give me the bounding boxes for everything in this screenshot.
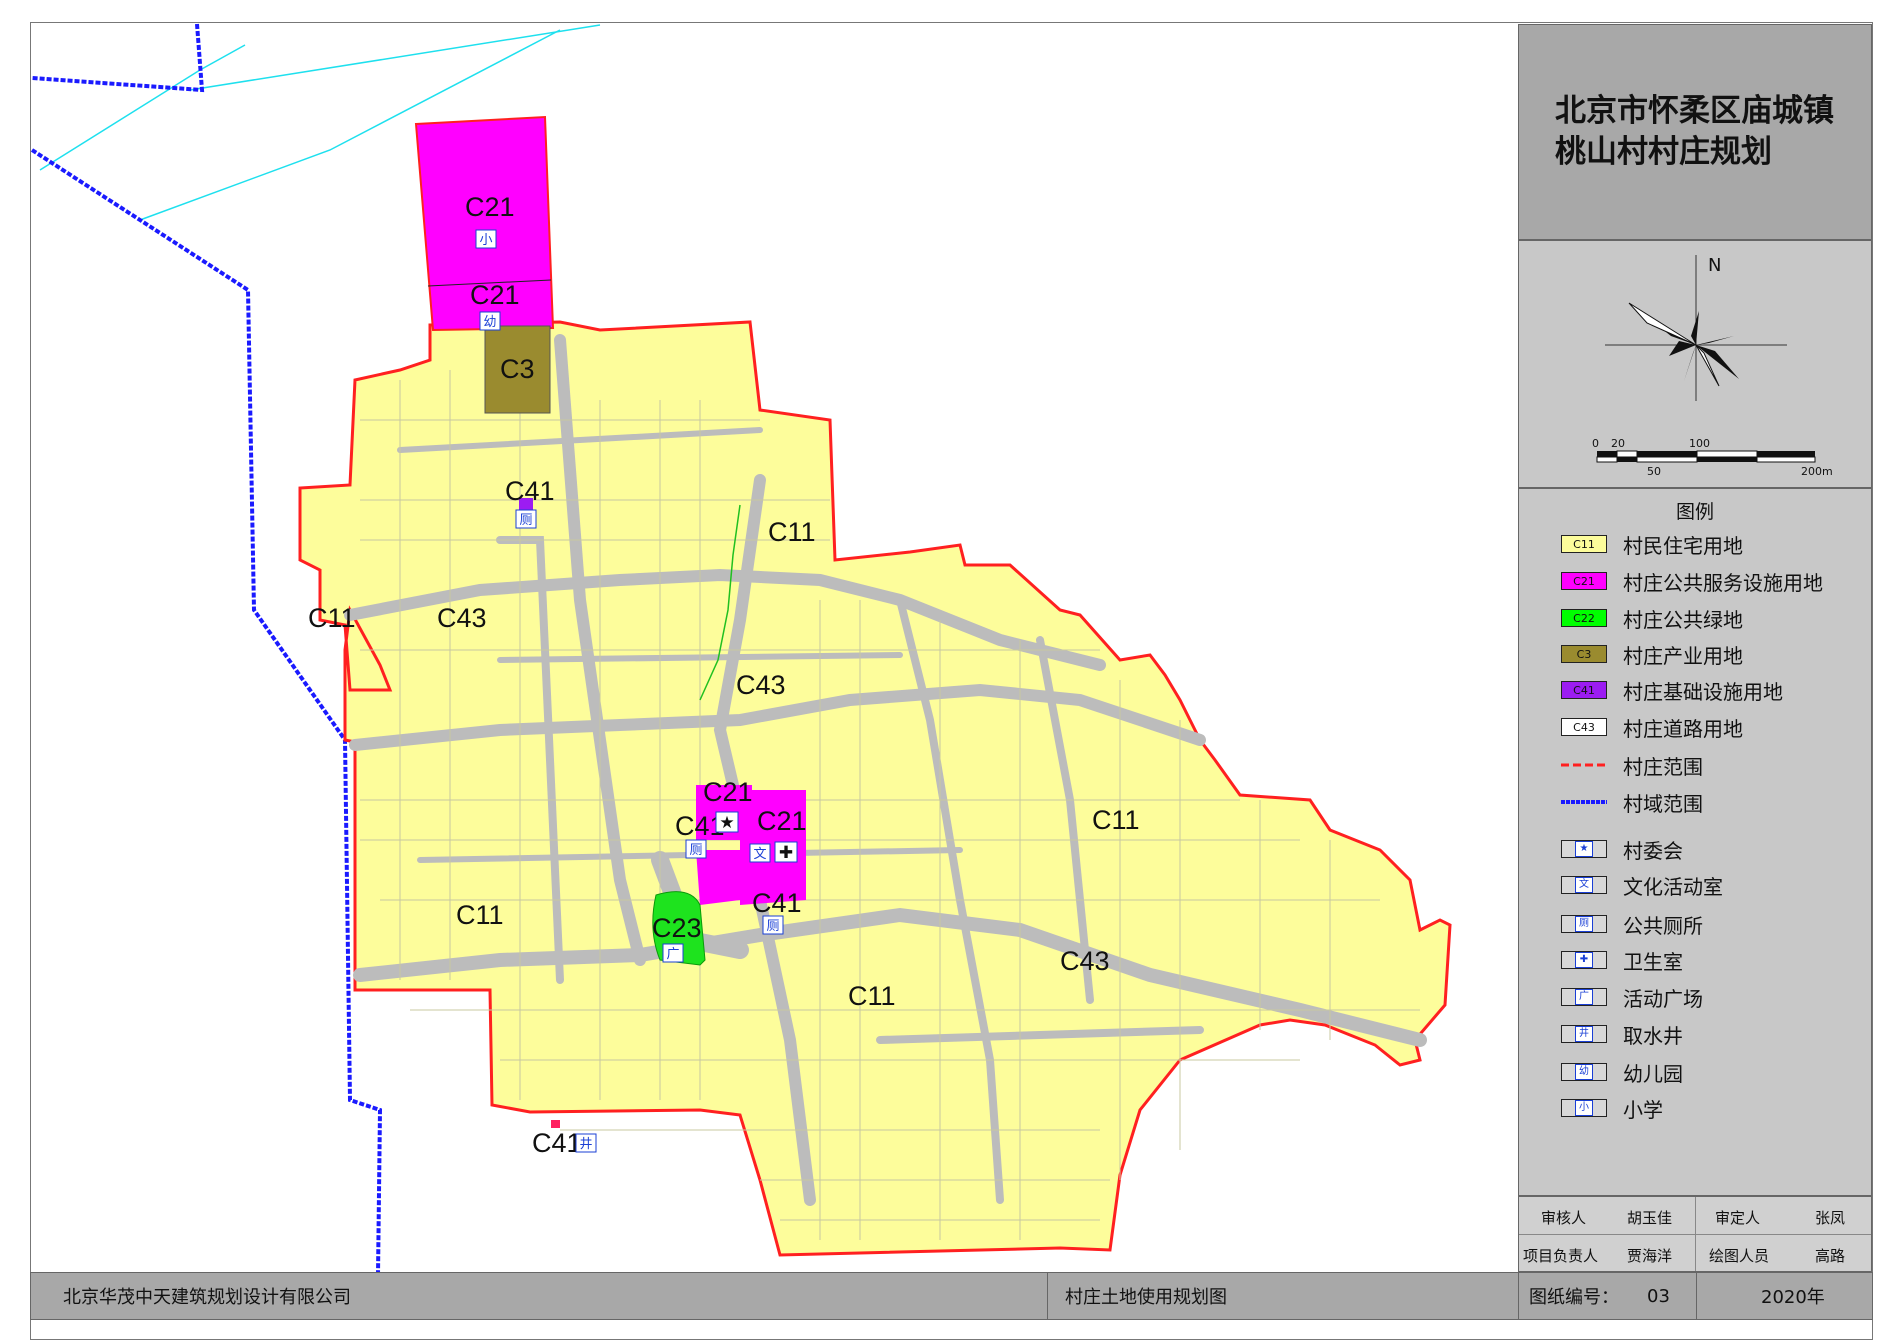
legend-item-c41: C41 村庄基础设施用地 — [1561, 677, 1783, 704]
map-title-line1: 北京市怀柔区庙城镇 — [1555, 93, 1834, 129]
svg-text:20: 20 — [1611, 437, 1625, 450]
label-c43-e: C43 — [1060, 946, 1110, 976]
legend-item-plaza: 广 活动广场 — [1561, 984, 1703, 1011]
scale-bar: 0 20 100 50 200m — [1592, 437, 1833, 478]
legend-item-school: 小 小学 — [1561, 1095, 1663, 1122]
reviewer-name: 胡玉佳 — [1627, 1209, 1673, 1227]
domain-boundary-line-icon — [1561, 800, 1607, 804]
label-c21-kinder: C21 — [470, 280, 520, 310]
drawing-number-label: 图纸编号： — [1529, 1287, 1619, 1308]
drafter-label: 绘图人员 — [1709, 1247, 1770, 1265]
label-c11-e: C11 — [1092, 805, 1140, 835]
clinic-icon: ✚ — [774, 841, 798, 863]
village-residential-area — [298, 320, 1452, 1257]
drawing-name: 村庄土地使用规划图 — [1065, 1287, 1227, 1308]
label-c23: C23 — [652, 913, 702, 943]
title-panel: 北京市怀柔区庙城镇 桃山村村庄规划 — [1518, 24, 1872, 240]
toilet-icon: 厕 — [762, 915, 784, 935]
north-arrow-panel: N 0 20 100 50 200m — [1518, 240, 1872, 488]
legend-panel: 图例 C11 村民住宅用地 C21 村庄公共服务设施用地 C22 村庄公共绿地 … — [1518, 488, 1872, 1196]
compass-rose: N 0 20 100 50 200m — [1592, 255, 1833, 478]
map-title-line2: 桃山村村庄规划 — [1555, 134, 1772, 170]
lead-name: 贾海洋 — [1627, 1247, 1673, 1265]
toilet-icon: 厕 — [685, 839, 707, 859]
legend-item-c3: C3 村庄产业用地 — [1561, 641, 1743, 668]
star-icon: ★ — [715, 811, 739, 833]
legend-item-well: 井 取水井 — [1561, 1021, 1683, 1048]
label-c41-well: C41 — [532, 1128, 582, 1158]
svg-text:小: 小 — [479, 233, 492, 248]
school-icon: 小 — [1561, 1099, 1607, 1117]
label-c3: C3 — [500, 354, 535, 384]
legend-item-public-toilet: 厕 公共厕所 — [1561, 911, 1703, 938]
label-c21-cw: C21 — [703, 777, 753, 807]
kindergarten-icon: 幼 — [1561, 1063, 1607, 1081]
svg-text:200m: 200m — [1801, 465, 1833, 478]
company-name: 北京华茂中天建筑规划设计有限公司 — [63, 1287, 351, 1308]
svg-text:✚: ✚ — [779, 843, 793, 863]
lead-label: 项目负责人 — [1523, 1247, 1599, 1265]
svg-text:井: 井 — [579, 1137, 592, 1152]
svg-text:厕: 厕 — [766, 919, 779, 934]
plaza-icon: 广 — [1561, 988, 1607, 1006]
plaza-icon: 广 — [662, 943, 684, 963]
reviewer-label: 审核人 — [1541, 1209, 1587, 1227]
label-c11-s: C11 — [848, 981, 896, 1011]
school-icon: 小 — [475, 229, 497, 249]
legend-item-clinic: ✚ 卫生室 — [1561, 947, 1683, 974]
legend-item-c43: C43 村庄道路用地 — [1561, 714, 1743, 741]
village-boundary-line-icon — [1561, 763, 1607, 767]
map-title: 北京市怀柔区庙城镇 桃山村村庄规划 — [1555, 91, 1834, 173]
legend-item-kindergarten: 幼 幼儿园 — [1561, 1059, 1683, 1086]
svg-text:50: 50 — [1647, 465, 1661, 478]
drawing-number: 03 — [1647, 1285, 1670, 1307]
culture-icon: 文 — [749, 843, 771, 863]
legend-heading: 图例 — [1675, 501, 1714, 523]
svg-text:0: 0 — [1592, 437, 1599, 450]
legend-item-c21: C21 村庄公共服务设施用地 — [1561, 568, 1823, 595]
svg-text:厕: 厕 — [519, 513, 532, 528]
approver-name: 张凤 — [1815, 1209, 1846, 1227]
clinic-icon: ✚ — [1561, 951, 1607, 969]
signoff-panel: 审核人 胡玉佳 审定人 张凤 项目负责人 贾海洋 绘图人员 高路 — [1518, 1196, 1872, 1272]
kindergarten-icon: 幼 — [479, 311, 501, 331]
label-c41-north: C41 — [505, 476, 555, 506]
toilet-icon: 厕 — [1561, 915, 1607, 933]
footer-bar: 北京华茂中天建筑规划设计有限公司 村庄土地使用规划图 图纸编号： 03 2020… — [30, 1272, 1873, 1320]
village-domain-boundary — [30, 23, 383, 1276]
label-c11-nw: C11 — [308, 603, 356, 633]
north-label: N — [1708, 255, 1721, 276]
label-c43-w: C43 — [437, 603, 487, 633]
label-c21-school: C21 — [465, 192, 515, 222]
approver-label: 审定人 — [1715, 1209, 1761, 1227]
svg-text:厕: 厕 — [689, 843, 702, 858]
culture-icon: 文 — [1561, 876, 1607, 894]
svg-text:100: 100 — [1689, 437, 1710, 450]
legend-item-c11: C11 村民住宅用地 — [1561, 531, 1743, 558]
well-icon: 井 — [575, 1133, 597, 1153]
svg-text:文: 文 — [753, 847, 766, 862]
toilet-icon: 厕 — [515, 509, 537, 529]
label-c11-n: C11 — [768, 517, 816, 547]
svg-text:★: ★ — [719, 813, 734, 833]
label-c41-ce: C41 — [752, 888, 802, 918]
label-c21-ce: C21 — [757, 806, 807, 836]
well-icon: 井 — [1561, 1025, 1607, 1043]
legend-item-village-boundary: 村庄范围 — [1561, 752, 1703, 779]
svg-text:广: 广 — [666, 947, 679, 962]
label-c11-sw: C11 — [456, 900, 504, 930]
label-c43-c: C43 — [736, 670, 786, 700]
star-icon: ★ — [1561, 840, 1607, 858]
drafter-name: 高路 — [1815, 1247, 1846, 1265]
legend-item-village-committee: ★ 村委会 — [1561, 836, 1683, 863]
drawing-year: 2020年 — [1761, 1287, 1825, 1308]
legend-item-domain-boundary: 村域范围 — [1561, 789, 1703, 816]
legend-item-culture-room: 文 文化活动室 — [1561, 872, 1723, 899]
legend-item-c22: C22 村庄公共绿地 — [1561, 605, 1743, 632]
parcel-c41-well-marker — [551, 1120, 560, 1128]
svg-text:幼: 幼 — [483, 315, 496, 330]
